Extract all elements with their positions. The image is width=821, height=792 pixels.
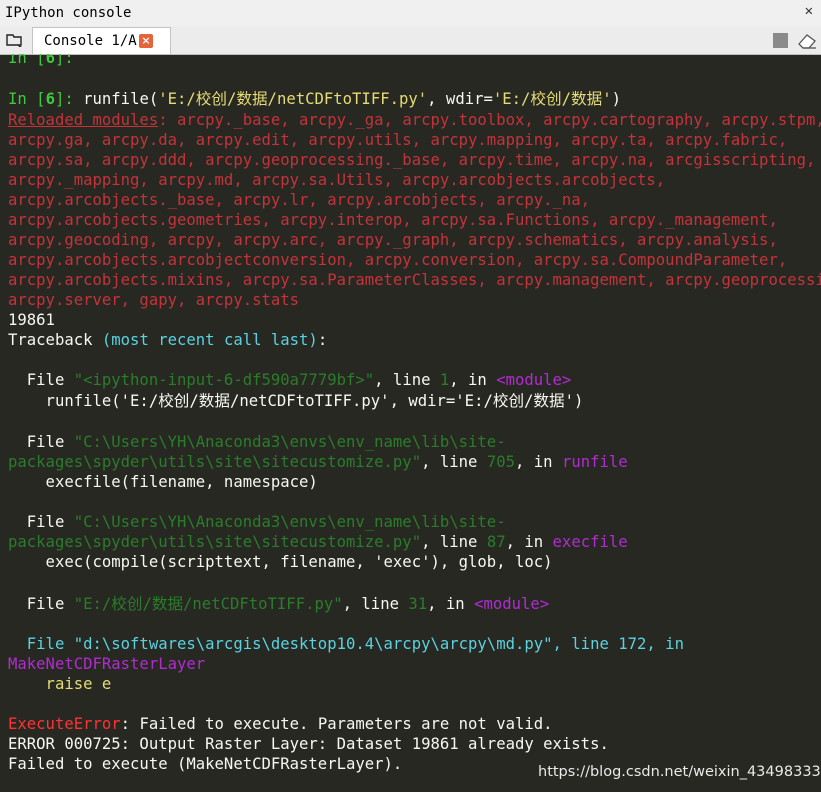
console-line: packages\spyder\utils\site\sitecustomize… bbox=[8, 533, 628, 551]
console-line: MakeNetCDFRasterLayer bbox=[8, 655, 206, 673]
eraser-icon[interactable] bbox=[796, 32, 818, 50]
console-line: execfile(filename, namespace) bbox=[8, 473, 318, 491]
console-line: arcpy.arcobjects._base, arcpy.lr, arcpy.… bbox=[8, 191, 591, 209]
console-line: arcpy.ga, arcpy.da, arcpy.edit, arcpy.ut… bbox=[8, 131, 788, 149]
console-line: File "C:\Users\YH\Anaconda3\envs\env_nam… bbox=[8, 513, 506, 531]
console-line: File "<ipython-input-6-df590a7779bf>", l… bbox=[8, 371, 572, 389]
console-line: packages\spyder\utils\site\sitecustomize… bbox=[8, 453, 628, 471]
console-line: File "C:\Users\YH\Anaconda3\envs\env_nam… bbox=[8, 433, 506, 451]
watermark: https://blog.csdn.net/weixin_43498333 bbox=[538, 764, 821, 780]
console-line: arcpy.geocoding, arcpy, arcpy.arc, arcpy… bbox=[8, 231, 778, 249]
console-line: arcpy.arcobjects.mixins, arcpy.sa.Parame… bbox=[8, 271, 821, 289]
console-line: raise e bbox=[8, 675, 112, 693]
console-line: arcpy.sa, arcpy.ddd, arcpy.geoprocessing… bbox=[8, 151, 816, 169]
console-tab-bar: Console 1/A × bbox=[0, 26, 821, 55]
console-line: Reloaded modules: arcpy._base, arcpy._ga… bbox=[8, 111, 821, 129]
console-line: File "E:/校创/数据/netCDFtoTIFF.py", line 31… bbox=[8, 595, 550, 613]
console-line: File "d:\softwares\arcgis\desktop10.4\ar… bbox=[8, 635, 684, 653]
console-line: 19861 bbox=[8, 311, 55, 329]
tab-close-icon[interactable]: × bbox=[139, 34, 153, 48]
console-line: arcpy._mapping, arcpy.md, arcpy.sa.Utils… bbox=[8, 171, 666, 189]
console-line: Failed to execute (MakeNetCDFRasterLayer… bbox=[8, 755, 403, 773]
console-line: arcpy.server, gapy, arcpy.stats bbox=[8, 291, 300, 309]
tab-label: Console 1/A bbox=[44, 33, 137, 49]
console-line: ERROR 000725: Output Raster Layer: Datas… bbox=[8, 735, 609, 753]
console-line: Traceback (most recent call last): bbox=[8, 331, 328, 349]
console-line: runfile('E:/校创/数据/netCDFtoTIFF.py', wdir… bbox=[8, 392, 584, 410]
pane-title: IPython console bbox=[5, 5, 132, 21]
tab-console-1a[interactable]: Console 1/A × bbox=[32, 27, 171, 54]
console-line: exec(compile(scripttext, filename, 'exec… bbox=[8, 553, 553, 571]
stop-icon[interactable] bbox=[773, 33, 788, 48]
pane-title-bar: IPython console ✕ bbox=[0, 0, 821, 27]
console-line: arcpy.arcobjects.geometries, arcpy.inter… bbox=[8, 211, 778, 229]
console-line: In [6]: runfile('E:/校创/数据/netCDFtoTIFF.p… bbox=[8, 90, 621, 108]
console-output[interactable]: In [6]: In [6]: runfile('E:/校创/数据/netCDF… bbox=[0, 54, 821, 792]
pane-close-icon[interactable]: ✕ bbox=[805, 3, 813, 19]
console-line: ExecuteError: Failed to execute. Paramet… bbox=[8, 715, 553, 733]
console-line: In [6]: bbox=[8, 54, 74, 67]
console-line: arcpy.arcobjects.arcobjectconversion, ar… bbox=[8, 251, 788, 269]
browse-tabs-icon[interactable] bbox=[6, 31, 24, 49]
